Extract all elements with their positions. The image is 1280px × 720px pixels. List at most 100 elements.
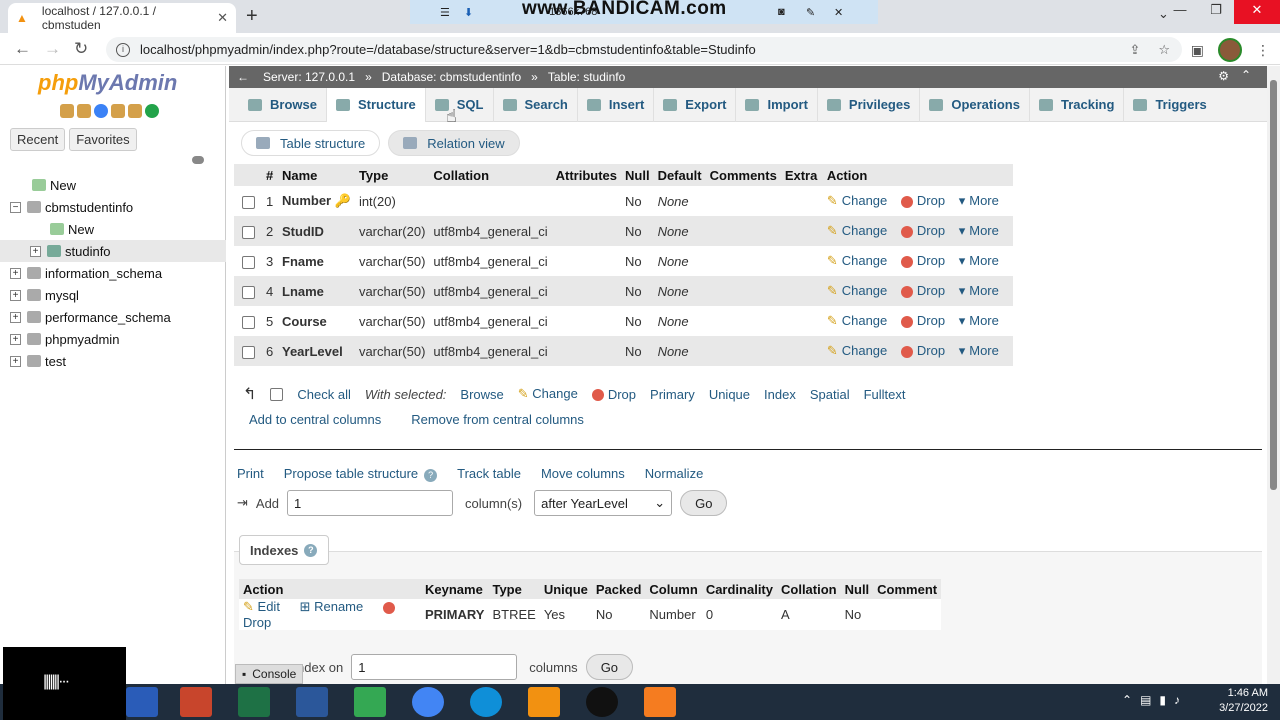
recent-tab[interactable]: Recent bbox=[10, 128, 66, 151]
breadcrumb-server[interactable]: Server: 127.0.0.1 bbox=[263, 70, 355, 84]
expand-icon[interactable]: + bbox=[10, 311, 21, 323]
row-checkbox[interactable] bbox=[242, 285, 255, 299]
tab-sql[interactable]: SQL bbox=[426, 87, 494, 122]
drop-link[interactable]: Drop bbox=[900, 313, 945, 328]
create-index-go-button[interactable]: Go bbox=[585, 654, 634, 680]
more-dropdown[interactable]: ▾ More bbox=[959, 193, 999, 208]
close-tab-icon[interactable]: ✕ bbox=[217, 10, 228, 26]
more-dropdown[interactable]: ▾ More bbox=[959, 313, 999, 328]
tray-network-icon[interactable]: ▤ bbox=[1140, 693, 1151, 707]
track-table-link[interactable]: Track table bbox=[457, 466, 521, 482]
tray-chevron-icon[interactable]: ⌃ bbox=[1122, 693, 1132, 707]
tree-item-new-db[interactable]: New bbox=[0, 174, 226, 196]
check-all-checkbox[interactable] bbox=[270, 387, 284, 401]
index-rename-link[interactable]: ⊞ Rename bbox=[300, 599, 364, 614]
bulk-drop-button[interactable]: Drop bbox=[591, 387, 636, 402]
row-checkbox[interactable] bbox=[242, 195, 255, 209]
expand-icon[interactable]: + bbox=[10, 289, 21, 301]
tree-item-cbmstudentinfo[interactable]: − cbmstudentinfo bbox=[0, 196, 226, 218]
change-link[interactable]: ✎ Change bbox=[827, 283, 887, 298]
tree-item-information-schema[interactable]: + information_schema bbox=[0, 262, 226, 284]
drop-link[interactable]: Drop bbox=[900, 253, 945, 268]
propose-structure-link[interactable]: Propose table structure? bbox=[284, 466, 438, 482]
minimize-icon[interactable]: — bbox=[1162, 0, 1198, 24]
bulk-index-button[interactable]: Index bbox=[764, 387, 796, 402]
bulk-unique-button[interactable]: Unique bbox=[709, 387, 750, 402]
pma-logo[interactable]: phpMyAdmin bbox=[38, 70, 177, 96]
taskbar-excel-icon[interactable] bbox=[238, 687, 270, 717]
index-edit-link[interactable]: ✎ Edit bbox=[243, 599, 280, 614]
tree-item-studinfo[interactable]: + studinfo bbox=[0, 240, 226, 262]
clock[interactable]: 1:46 AM 3/27/2022 bbox=[1219, 686, 1268, 716]
back-icon[interactable]: ← bbox=[14, 39, 31, 59]
taskbar-publisher-icon[interactable] bbox=[126, 687, 158, 717]
tree-item-mysql[interactable]: + mysql bbox=[0, 284, 226, 306]
tree-item-performance-schema[interactable]: + performance_schema bbox=[0, 306, 226, 328]
close-window-icon[interactable]: ✕ bbox=[1234, 0, 1280, 24]
collapse-header-icon[interactable]: ⌃ bbox=[1241, 68, 1251, 82]
forward-icon[interactable]: → bbox=[44, 39, 61, 59]
tree-item-test[interactable]: + test bbox=[0, 350, 226, 372]
more-dropdown[interactable]: ▾ More bbox=[959, 253, 999, 268]
sidebar-toggle-icon[interactable]: ▣ bbox=[1191, 42, 1204, 59]
taskbar-edge-icon[interactable] bbox=[470, 687, 502, 717]
remove-central-columns-button[interactable]: Remove from central columns bbox=[411, 412, 584, 427]
home-icon[interactable] bbox=[60, 104, 74, 118]
subtab-table-structure[interactable]: Table structure bbox=[241, 130, 381, 156]
breadcrumb-table[interactable]: Table: studinfo bbox=[548, 70, 625, 84]
tab-search[interactable]: Search bbox=[494, 87, 578, 122]
tree-item-new-table[interactable]: New bbox=[0, 218, 226, 240]
tab-export[interactable]: Export bbox=[654, 87, 737, 122]
bulk-browse-button[interactable]: Browse bbox=[460, 387, 503, 402]
create-index-columns-input[interactable]: 1 bbox=[351, 654, 518, 680]
tab-tracking[interactable]: Tracking bbox=[1030, 87, 1125, 122]
browser-menu-icon[interactable]: ⋮ bbox=[1256, 42, 1270, 59]
tab-triggers[interactable]: Triggers bbox=[1124, 88, 1215, 122]
tab-structure[interactable]: Structure bbox=[326, 87, 426, 122]
change-link[interactable]: ✎ Change bbox=[827, 343, 887, 358]
bookmark-star-icon[interactable]: ☆ bbox=[1158, 42, 1170, 58]
tab-operations[interactable]: Operations bbox=[920, 87, 1030, 122]
console-toggle[interactable]: ▪ Console bbox=[235, 664, 304, 684]
taskbar-media-icon[interactable] bbox=[528, 687, 560, 717]
browser-tab[interactable]: ▲ localhost / 127.0.0.1 / cbmstuden ✕ bbox=[8, 3, 236, 33]
reload-nav-icon[interactable] bbox=[145, 104, 159, 118]
share-icon[interactable]: ⇪ bbox=[1129, 42, 1140, 58]
link-icon[interactable] bbox=[192, 156, 204, 164]
bulk-primary-button[interactable]: Primary bbox=[650, 387, 695, 402]
row-checkbox[interactable] bbox=[242, 345, 255, 359]
new-tab-icon[interactable]: + bbox=[246, 5, 258, 28]
change-link[interactable]: ✎ Change bbox=[827, 313, 887, 328]
taskbar-powerpoint-icon[interactable] bbox=[180, 687, 212, 717]
drop-link[interactable]: Drop bbox=[900, 223, 945, 238]
more-dropdown[interactable]: ▾ More bbox=[959, 343, 999, 358]
change-link[interactable]: ✎ Change bbox=[827, 193, 887, 208]
drop-link[interactable]: Drop bbox=[900, 283, 945, 298]
expand-icon[interactable]: + bbox=[10, 355, 21, 367]
drop-link[interactable]: Drop bbox=[900, 193, 945, 208]
row-checkbox[interactable] bbox=[242, 315, 255, 329]
change-link[interactable]: ✎ Change bbox=[827, 223, 887, 238]
tab-browse[interactable]: Browse bbox=[239, 87, 327, 122]
drop-link[interactable]: Drop bbox=[900, 343, 945, 358]
favorites-tab[interactable]: Favorites bbox=[69, 128, 137, 151]
taskbar-word-icon[interactable] bbox=[296, 687, 328, 717]
tree-item-phpmyadmin[interactable]: + phpmyadmin bbox=[0, 328, 226, 350]
add-central-columns-button[interactable]: Add to central columns bbox=[249, 412, 381, 427]
row-checkbox[interactable] bbox=[242, 225, 255, 239]
column-position-select[interactable]: after YearLevel ⌄ bbox=[534, 490, 673, 516]
tray-volume-icon[interactable]: ♪ bbox=[1174, 693, 1180, 707]
reload-icon[interactable]: ↻ bbox=[74, 39, 88, 59]
tray-battery-icon[interactable]: ▮ bbox=[1159, 693, 1166, 707]
print-link[interactable]: Print bbox=[237, 466, 264, 482]
check-all-label[interactable]: Check all bbox=[297, 387, 350, 402]
move-columns-link[interactable]: Move columns bbox=[541, 466, 625, 482]
add-columns-go-button[interactable]: Go bbox=[680, 490, 728, 516]
bulk-fulltext-button[interactable]: Fulltext bbox=[864, 387, 906, 402]
tab-insert[interactable]: Insert bbox=[578, 87, 655, 122]
taskbar-bandicam-icon[interactable] bbox=[586, 687, 618, 717]
info-icon[interactable]: i bbox=[116, 42, 130, 57]
restore-icon[interactable]: ❐ bbox=[1198, 0, 1234, 24]
more-dropdown[interactable]: ▾ More bbox=[959, 223, 999, 238]
expand-icon[interactable]: + bbox=[10, 333, 21, 345]
